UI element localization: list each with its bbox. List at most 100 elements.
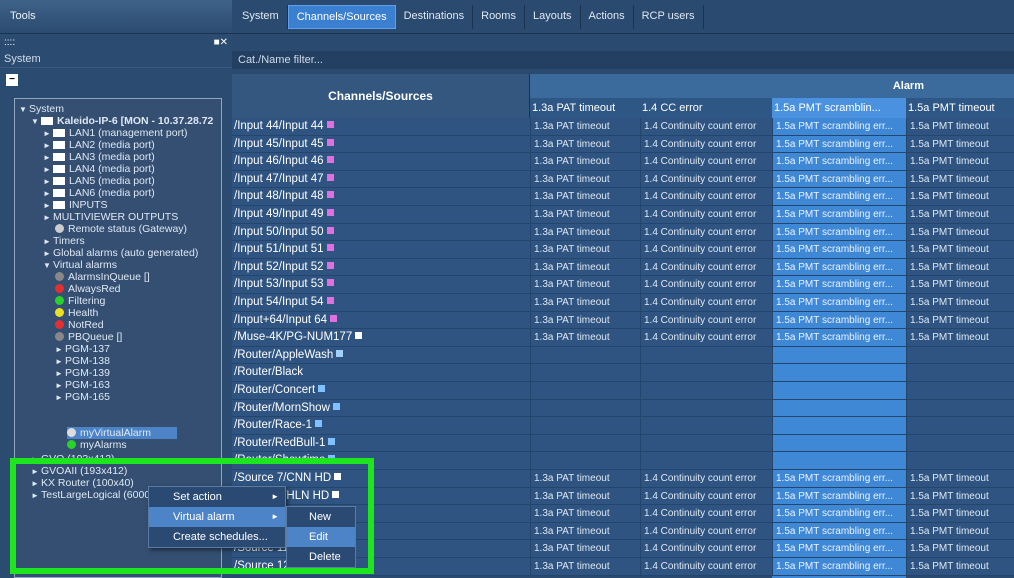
tree-item[interactable]: ▼ Kaleido-IP-6 [MON - 10.37.28.72 — [31, 115, 213, 127]
alarm-cell[interactable]: 1.4 Continuity count error — [640, 329, 772, 347]
alarm-cell[interactable]: 1.5a PMT scrambling err... — [772, 311, 906, 330]
channel-name-cell[interactable]: /Router/MornShow — [232, 399, 530, 418]
tab-destinations[interactable]: Destinations — [396, 4, 474, 29]
alarm-cell[interactable]: 1.5a PMT timeout — [906, 135, 1014, 154]
tab-layouts[interactable]: Layouts — [525, 4, 581, 29]
alarm-cell[interactable]: 1.5a PMT scrambling err... — [772, 170, 906, 189]
alarm-cell[interactable]: 1.3a PAT timeout — [530, 487, 640, 506]
alarm-cell[interactable] — [772, 417, 906, 435]
alarm-cell[interactable] — [640, 346, 772, 365]
alarm-cell[interactable] — [640, 382, 772, 400]
tree-item[interactable]: ► MULTIVIEWER OUTPUTS — [43, 211, 178, 223]
alarm-cell[interactable]: 1.5a PMT timeout — [906, 558, 1014, 576]
alarm-cell[interactable]: 1.5a PMT scrambling err... — [772, 223, 906, 242]
drag-handle-icon[interactable]: :::: — [4, 37, 15, 48]
tree-item[interactable]: ▼ Virtual alarms — [43, 259, 117, 271]
table-row[interactable]: /Router/RedBull-1 — [232, 434, 1014, 453]
alarm-cell[interactable]: 1.5a PMT scrambling err... — [772, 329, 906, 347]
channel-name-cell[interactable]: /Router/Black — [232, 364, 530, 382]
alarm-cell[interactable] — [772, 434, 906, 453]
alarm-cell[interactable]: 1.5a PMT scrambling err... — [772, 505, 906, 523]
alarm-cell[interactable]: 1.3a PAT timeout — [530, 522, 640, 541]
table-row[interactable]: /Input 47/Input 47 1.3a PAT timeout 1.4 Co… — [232, 170, 1014, 189]
table-row[interactable]: /Source 7/CNN HD 1.3a PAT timeout 1.4 Cont… — [232, 470, 1014, 488]
alarm-cell[interactable] — [906, 364, 1014, 382]
alarm-cell[interactable]: 1.4 Continuity count error — [640, 135, 772, 154]
channel-name-cell[interactable]: /Input 44/Input 44 — [232, 118, 530, 136]
alarm-cell[interactable]: 1.4 Continuity count error — [640, 170, 772, 189]
name-filter-input[interactable]: Cat./Name filter... — [232, 51, 1014, 69]
alarm-cell[interactable] — [772, 364, 906, 382]
alarm-cell[interactable]: 1.4 Continuity count error — [640, 540, 772, 558]
table-row[interactable]: /Input 52/Input 52 1.3a PAT timeout 1.4 Co… — [232, 258, 1014, 277]
alarm-cell[interactable]: 1.5a PMT timeout — [906, 223, 1014, 242]
alarm-cell[interactable] — [906, 346, 1014, 365]
alarm-cell[interactable]: 1.3a PAT timeout — [530, 206, 640, 224]
alarm-cell[interactable]: 1.3a PAT timeout — [530, 170, 640, 189]
alarm-cell[interactable]: 1.3a PAT timeout — [530, 329, 640, 347]
tree-item[interactable]: ▼ System — [19, 103, 64, 115]
tree-item[interactable]: ► LAN4 (media port) — [43, 163, 155, 175]
alarm-cell[interactable]: 1.5a PMT scrambling err... — [772, 153, 906, 171]
alarm-cell[interactable]: 1.4 Continuity count error — [640, 206, 772, 224]
alarm-cell[interactable]: 1.5a PMT scrambling err... — [772, 206, 906, 224]
tree-item[interactable]: Health — [55, 307, 98, 319]
alarm-cell[interactable]: 1.3a PAT timeout — [530, 505, 640, 523]
alarm-cell[interactable]: 1.5a PMT scrambling err... — [772, 258, 906, 277]
alarm-cell[interactable] — [772, 452, 906, 470]
expanded-arrow-icon[interactable]: ▼ — [19, 104, 29, 116]
alarm-cell[interactable]: 1.4 Continuity count error — [640, 153, 772, 171]
menu-item-virtual-alarm[interactable]: Virtual alarm ► — [149, 507, 285, 527]
submenu-item-edit[interactable]: Edit — [287, 527, 355, 547]
alarm-cell[interactable]: 1.3a PAT timeout — [530, 241, 640, 259]
column-header[interactable]: 1.3a PAT timeout — [530, 98, 640, 118]
tab-system[interactable]: System — [234, 4, 288, 29]
submenu-item-new[interactable]: New — [287, 507, 355, 527]
alarm-cell[interactable]: 1.4 Continuity count error — [640, 241, 772, 259]
alarm-cell[interactable]: 1.4 Continuity count error — [640, 558, 772, 576]
channel-name-cell[interactable]: /Input 51/Input 51 — [232, 241, 530, 259]
channel-name-cell[interactable]: /Muse-4K/PG-NUM177 — [232, 329, 530, 347]
tab-rooms[interactable]: Rooms — [473, 4, 525, 29]
alarm-cell[interactable]: 1.4 Continuity count error — [640, 276, 772, 294]
alarm-cell[interactable]: 1.3a PAT timeout — [530, 294, 640, 312]
tree-item[interactable]: ► GVO (193x412) — [31, 453, 115, 465]
alarm-cell[interactable]: 1.5a PMT scrambling err... — [772, 188, 906, 206]
alarm-cell[interactable]: 1.5a PMT scrambling err... — [772, 294, 906, 312]
channel-name-cell[interactable]: /Source 12/TBS 2 HD — [232, 558, 530, 576]
tree-item[interactable]: ► LAN6 (media port) — [43, 187, 155, 199]
tree-item[interactable]: ► Timers — [43, 235, 85, 247]
expanded-arrow-icon[interactable]: ▼ — [31, 116, 41, 128]
alarm-cell[interactable]: 1.4 Continuity count error — [640, 487, 772, 506]
channel-name-cell[interactable]: /Input 50/Input 50 — [232, 223, 530, 242]
tab-channels-sources[interactable]: Channels/Sources — [287, 4, 396, 29]
alarm-cell[interactable]: 1.3a PAT timeout — [530, 540, 640, 558]
table-row[interactable]: /Input 51/Input 51 1.3a PAT timeout 1.4 Co… — [232, 241, 1014, 259]
channel-name-cell[interactable]: /Input 46/Input 46 — [232, 153, 530, 171]
tree-item[interactable]: Remote status (Gateway) — [55, 223, 187, 235]
tree-item[interactable]: ► KX Router (100x40) — [31, 477, 134, 489]
alarm-cell[interactable]: 1.5a PMT timeout — [906, 118, 1014, 136]
alarm-cell[interactable]: 1.4 Continuity count error — [640, 505, 772, 523]
channel-name-cell[interactable]: /Input+64/Input 64 — [232, 311, 530, 330]
table-row[interactable]: /Router/Race-1 — [232, 417, 1014, 435]
alarm-cell[interactable]: 1.5a PMT timeout — [906, 505, 1014, 523]
tree-item[interactable]: ► LAN5 (media port) — [43, 175, 155, 187]
tree-item[interactable]: ► PGM-137 — [55, 343, 110, 355]
channel-name-cell[interactable]: /Input 52/Input 52 — [232, 258, 530, 277]
tree-item[interactable]: myAlarms — [67, 439, 127, 451]
channel-name-cell[interactable]: /Input 47/Input 47 — [232, 170, 530, 189]
tree-item[interactable]: NotRed — [55, 319, 104, 331]
alarm-cell[interactable] — [530, 346, 640, 365]
alarm-cell[interactable]: 1.4 Continuity count error — [640, 258, 772, 277]
tree-item[interactable]: AlwaysRed — [55, 283, 121, 295]
alarm-cell[interactable]: 1.5a PMT scrambling err... — [772, 276, 906, 294]
table-row[interactable]: /Input 46/Input 46 1.3a PAT timeout 1.4 Co… — [232, 153, 1014, 171]
alarm-cell[interactable] — [772, 346, 906, 365]
tree-item[interactable]: ► LAN2 (media port) — [43, 139, 155, 151]
alarm-cell[interactable]: 1.3a PAT timeout — [530, 470, 640, 488]
alarm-cell[interactable]: 1.3a PAT timeout — [530, 276, 640, 294]
alarm-cell[interactable]: 1.4 Continuity count error — [640, 294, 772, 312]
table-row[interactable]: /Input 45/Input 45 1.3a PAT timeout 1.4 Co… — [232, 135, 1014, 154]
alarm-cell[interactable]: 1.4 Continuity count error — [640, 118, 772, 136]
